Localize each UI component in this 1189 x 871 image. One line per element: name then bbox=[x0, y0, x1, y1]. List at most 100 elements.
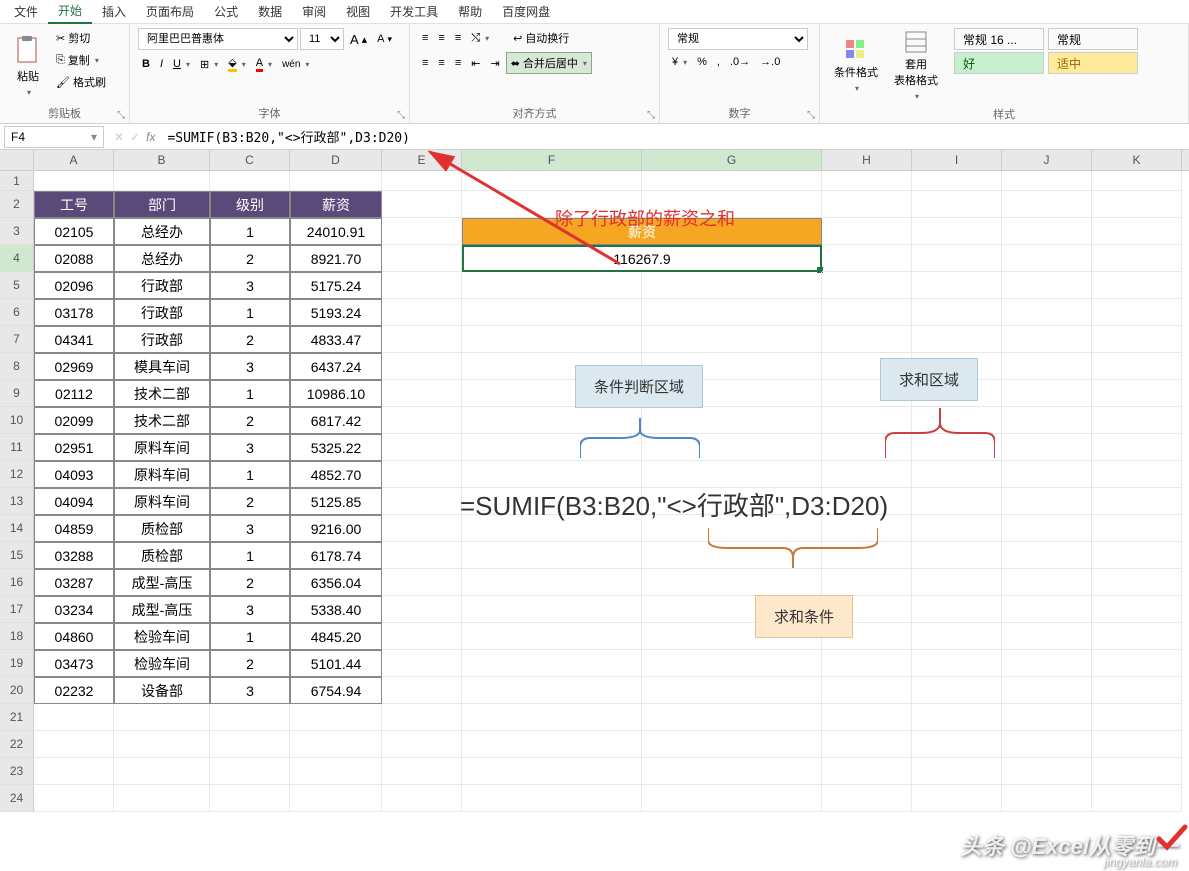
cell-J17[interactable] bbox=[1002, 596, 1092, 623]
cell-J7[interactable] bbox=[1002, 326, 1092, 353]
cell-H1[interactable] bbox=[822, 171, 912, 191]
col-header-C[interactable]: C bbox=[210, 150, 290, 170]
cell-J1[interactable] bbox=[1002, 171, 1092, 191]
cell-F8[interactable] bbox=[462, 353, 642, 380]
align-center-button[interactable]: ≡ bbox=[434, 55, 448, 71]
menu-item-9[interactable]: 帮助 bbox=[448, 0, 492, 23]
cell-H2[interactable] bbox=[822, 191, 912, 218]
cell-J12[interactable] bbox=[1002, 461, 1092, 488]
cell-K20[interactable] bbox=[1092, 677, 1182, 704]
cell-D23[interactable] bbox=[290, 758, 382, 785]
table-cell[interactable]: 总经办 bbox=[114, 245, 210, 272]
align-bottom-button[interactable]: ≡ bbox=[451, 30, 465, 46]
table-cell[interactable]: 2 bbox=[210, 326, 290, 353]
table-cell[interactable]: 04094 bbox=[34, 488, 114, 515]
table-cell[interactable]: 24010.91 bbox=[290, 218, 382, 245]
cell-E2[interactable] bbox=[382, 191, 462, 218]
fx-icon[interactable]: fx bbox=[146, 130, 155, 144]
table-cell[interactable]: 03473 bbox=[34, 650, 114, 677]
row-header-7[interactable]: 7 bbox=[0, 326, 34, 353]
cell-J21[interactable] bbox=[1002, 704, 1092, 731]
cell-K22[interactable] bbox=[1092, 731, 1182, 758]
cell-K12[interactable] bbox=[1092, 461, 1182, 488]
row-header-18[interactable]: 18 bbox=[0, 623, 34, 650]
cell-I18[interactable] bbox=[912, 623, 1002, 650]
orientation-button[interactable]: ⤭ bbox=[467, 30, 493, 47]
cell-I14[interactable] bbox=[912, 515, 1002, 542]
cell-K3[interactable] bbox=[1092, 218, 1182, 245]
cell-J11[interactable] bbox=[1002, 434, 1092, 461]
table-cell[interactable]: 原料车间 bbox=[114, 488, 210, 515]
row-header-14[interactable]: 14 bbox=[0, 515, 34, 542]
table-cell[interactable]: 6356.04 bbox=[290, 569, 382, 596]
cell-J9[interactable] bbox=[1002, 380, 1092, 407]
cell-E8[interactable] bbox=[382, 353, 462, 380]
cell-J10[interactable] bbox=[1002, 407, 1092, 434]
table-cell[interactable]: 1 bbox=[210, 299, 290, 326]
cell-J24[interactable] bbox=[1002, 785, 1092, 812]
cell-G23[interactable] bbox=[642, 758, 822, 785]
row-header-23[interactable]: 23 bbox=[0, 758, 34, 785]
cell-I23[interactable] bbox=[912, 758, 1002, 785]
formula-input[interactable]: =SUMIF(B3:B20,"<>行政部",D3:D20) bbox=[161, 127, 1189, 146]
menu-item-0[interactable]: 文件 bbox=[4, 0, 48, 23]
cell-G11[interactable] bbox=[642, 434, 822, 461]
cell-F1[interactable] bbox=[462, 171, 642, 191]
col-header-K[interactable]: K bbox=[1092, 150, 1182, 170]
cell-I17[interactable] bbox=[912, 596, 1002, 623]
cell-F22[interactable] bbox=[462, 731, 642, 758]
cell-H13[interactable] bbox=[822, 488, 912, 515]
cell-E3[interactable] bbox=[382, 218, 462, 245]
table-cell[interactable]: 成型-高压 bbox=[114, 596, 210, 623]
cell-K13[interactable] bbox=[1092, 488, 1182, 515]
cell-H16[interactable] bbox=[822, 569, 912, 596]
table-cell[interactable]: 技术二部 bbox=[114, 380, 210, 407]
table-cell[interactable]: 质检部 bbox=[114, 515, 210, 542]
table-cell[interactable]: 模具车间 bbox=[114, 353, 210, 380]
table-cell[interactable]: 3 bbox=[210, 515, 290, 542]
table-cell[interactable]: 3 bbox=[210, 272, 290, 299]
row-header-16[interactable]: 16 bbox=[0, 569, 34, 596]
cell-I13[interactable] bbox=[912, 488, 1002, 515]
align-left-button[interactable]: ≡ bbox=[418, 55, 432, 71]
table-cell[interactable]: 技术二部 bbox=[114, 407, 210, 434]
table-cell[interactable]: 04093 bbox=[34, 461, 114, 488]
table-cell[interactable]: 原料车间 bbox=[114, 434, 210, 461]
cell-E9[interactable] bbox=[382, 380, 462, 407]
table-cell[interactable]: 02969 bbox=[34, 353, 114, 380]
cell-K4[interactable] bbox=[1092, 245, 1182, 272]
increase-font-button[interactable]: A▴ bbox=[346, 30, 371, 49]
cell-I10[interactable] bbox=[912, 407, 1002, 434]
cell-K5[interactable] bbox=[1092, 272, 1182, 299]
cell-A22[interactable] bbox=[34, 731, 114, 758]
cell-G21[interactable] bbox=[642, 704, 822, 731]
cell-F21[interactable] bbox=[462, 704, 642, 731]
cell-E15[interactable] bbox=[382, 542, 462, 569]
cell-K18[interactable] bbox=[1092, 623, 1182, 650]
row-header-1[interactable]: 1 bbox=[0, 171, 34, 191]
expand-icon[interactable]: ⤡ bbox=[647, 110, 655, 121]
cell-H24[interactable] bbox=[822, 785, 912, 812]
cell-H23[interactable] bbox=[822, 758, 912, 785]
cell-J2[interactable] bbox=[1002, 191, 1092, 218]
cell-F12[interactable] bbox=[462, 461, 642, 488]
bold-button[interactable]: B bbox=[138, 56, 154, 72]
cell-G8[interactable] bbox=[642, 353, 822, 380]
cell-J18[interactable] bbox=[1002, 623, 1092, 650]
cell-C22[interactable] bbox=[210, 731, 290, 758]
phonetic-button[interactable]: wén bbox=[278, 56, 313, 72]
table-cell[interactable]: 04341 bbox=[34, 326, 114, 353]
menu-item-4[interactable]: 公式 bbox=[204, 0, 248, 23]
cell-F7[interactable] bbox=[462, 326, 642, 353]
cell-A1[interactable] bbox=[34, 171, 114, 191]
cell-I11[interactable] bbox=[912, 434, 1002, 461]
menu-item-2[interactable]: 插入 bbox=[92, 0, 136, 23]
table-cell[interactable]: 6817.42 bbox=[290, 407, 382, 434]
table-cell[interactable]: 02099 bbox=[34, 407, 114, 434]
cell-style-normal[interactable]: 常规 bbox=[1048, 28, 1138, 50]
cell-B23[interactable] bbox=[114, 758, 210, 785]
cell-B24[interactable] bbox=[114, 785, 210, 812]
cell-H3[interactable] bbox=[822, 218, 912, 245]
cell-G10[interactable] bbox=[642, 407, 822, 434]
cell-C23[interactable] bbox=[210, 758, 290, 785]
